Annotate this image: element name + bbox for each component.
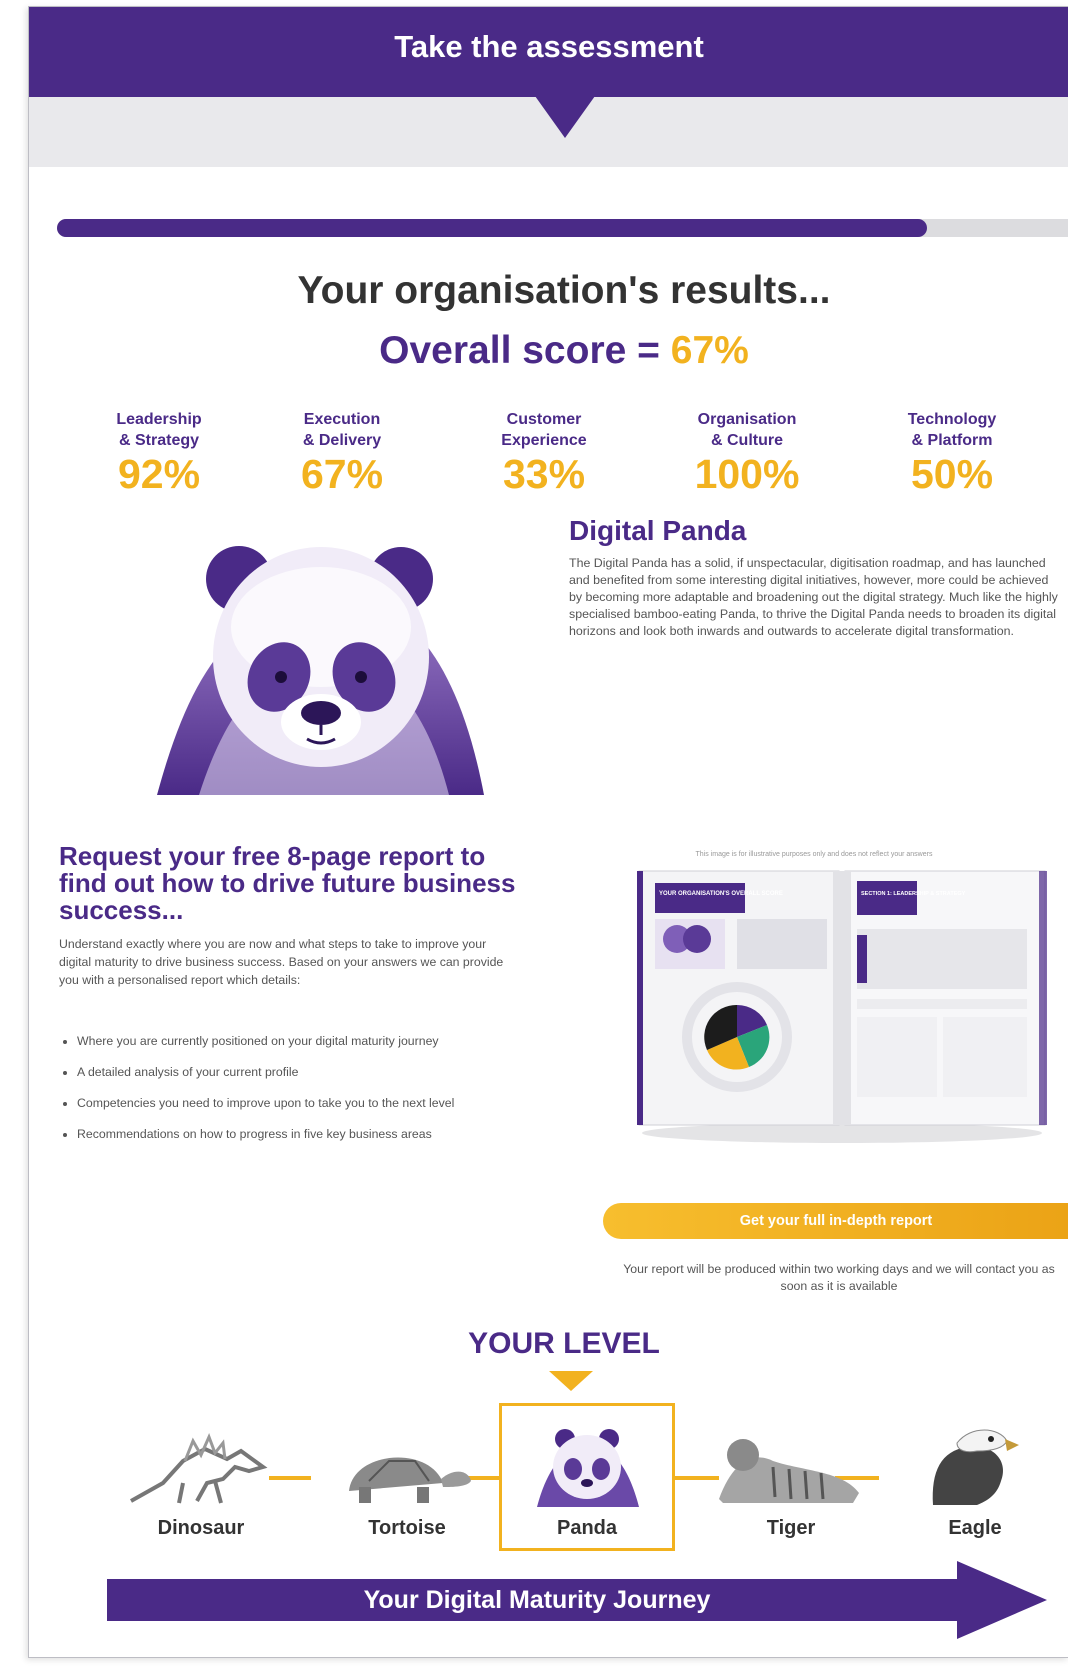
list-item: A detailed analysis of your current prof…: [77, 1064, 537, 1081]
your-level-arrow: [549, 1371, 593, 1391]
panda-illustration: [157, 546, 484, 795]
report-image-disclaimer: This image is for illustrative purposes …: [695, 851, 933, 858]
category-value: 33%: [502, 451, 586, 497]
tiger-icon: [719, 1439, 859, 1503]
report-delivery-note: Your report will be produced within two …: [623, 1262, 1055, 1293]
report-cover-heading: YOUR ORGANISATION'S OVERALL SCORE: [659, 891, 783, 897]
dinosaur-icon: [130, 1433, 268, 1504]
assessment-results-frame: Take the assessment Your organisation's …: [28, 6, 1068, 1658]
report-request-title: Request your free 8-page report to find …: [59, 841, 516, 925]
category-scores: Leadership & Strategy 92% Execution & De…: [29, 409, 1068, 499]
overall-score: Overall score = 67%: [29, 329, 1068, 373]
category-score-organisation: Organisation & Culture 100%: [662, 409, 832, 497]
list-item: Where you are currently positioned on yo…: [77, 1033, 537, 1050]
eagle-icon: [932, 1429, 1019, 1505]
profile-title: Digital Panda: [569, 515, 747, 546]
list-item: Competencies you need to improve upon to…: [77, 1095, 537, 1112]
category-name: Customer Experience: [501, 411, 587, 449]
tortoise-icon: [349, 1457, 471, 1503]
category-name: Leadership & Strategy: [116, 411, 202, 449]
category-score-technology: Technology & Platform 50%: [867, 409, 1037, 497]
journey-label: Your Digital Maturity Journey: [363, 1586, 711, 1614]
level-tortoise: Tortoise: [319, 1421, 495, 1541]
level-tiger: Tiger: [703, 1421, 879, 1541]
report-preview-image: YOUR ORGANISATION'S OVERALL SCORE SECTIO…: [637, 870, 1047, 1143]
level-panda: Panda: [499, 1421, 675, 1541]
level-eagle: Eagle: [887, 1421, 1063, 1541]
list-item: Recommendations on how to progress in fi…: [77, 1126, 537, 1143]
overall-score-label: Overall score =: [379, 329, 671, 372]
header-title: Take the assessment: [394, 29, 704, 64]
category-name: Technology & Platform: [907, 411, 997, 449]
results-title: Your organisation's results...: [297, 269, 831, 312]
get-report-button[interactable]: Get your full in-depth report: [603, 1203, 1068, 1239]
category-score-execution: Execution & Delivery 67%: [257, 409, 427, 497]
report-section-heading: SECTION 1: LEADERSHIP & STRATEGY: [861, 891, 966, 897]
category-name: Execution & Delivery: [302, 411, 382, 449]
report-request-intro: Understand exactly where you are now and…: [59, 937, 504, 987]
level-name: Dinosaur: [157, 1517, 245, 1539]
overall-score-value: 67%: [670, 329, 749, 372]
level-name: Tiger: [766, 1517, 816, 1539]
category-score-leadership: Leadership & Strategy 92%: [74, 409, 244, 497]
category-value: 92%: [117, 451, 201, 497]
progress-bar-fill: [57, 219, 928, 237]
assessment-header[interactable]: Take the assessment: [29, 7, 1068, 97]
progress-bar: [57, 219, 1068, 237]
maturity-journey-arrow: Your Digital Maturity Journey: [107, 1561, 1047, 1641]
category-value: 100%: [694, 451, 800, 497]
profile-description: The Digital Panda has a solid, if unspec…: [569, 556, 1058, 638]
report-benefits-list: Where you are currently positioned on yo…: [59, 1033, 537, 1157]
level-dinosaur: Dinosaur: [113, 1421, 289, 1541]
your-level-title: YOUR LEVEL: [468, 1327, 660, 1360]
category-value: 67%: [300, 451, 384, 497]
panda-icon: [537, 1429, 639, 1507]
category-score-customer: Customer Experience 33%: [459, 409, 629, 497]
level-name: Panda: [556, 1517, 618, 1539]
level-name: Eagle: [948, 1517, 1002, 1539]
category-name: Organisation & Culture: [697, 411, 797, 449]
header-pointer-arrow: [535, 96, 595, 138]
level-name: Tortoise: [368, 1517, 446, 1539]
category-value: 50%: [910, 451, 994, 497]
